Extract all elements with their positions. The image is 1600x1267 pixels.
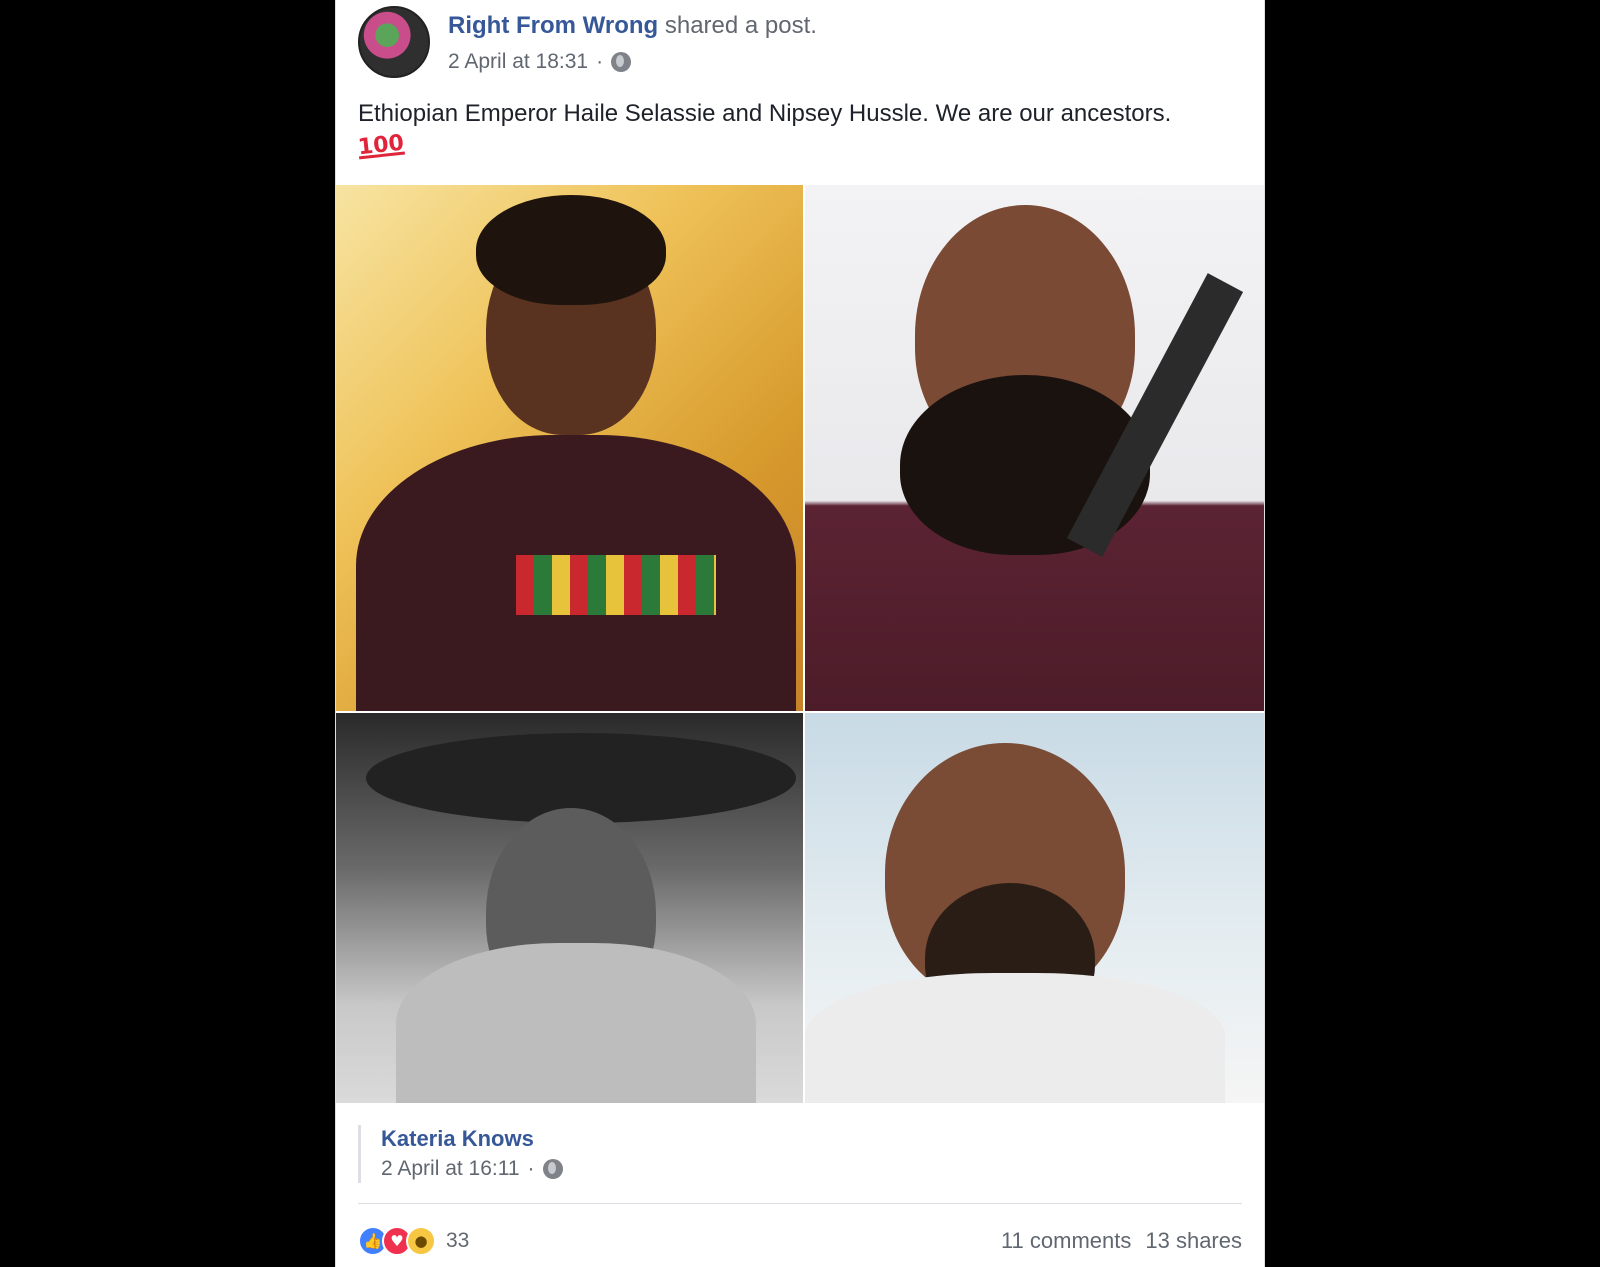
photo-nipsey-hussle-profile[interactable] — [805, 713, 1264, 1103]
photo-nipsey-hussle-portrait[interactable] — [805, 185, 1264, 711]
hundred-points-emoji: 100 — [356, 130, 406, 161]
comments-count-link[interactable]: 11 comments — [1001, 1228, 1131, 1254]
meta-separator: · — [527, 1157, 535, 1180]
divider — [358, 1203, 1242, 1204]
original-author-link[interactable]: Kateria Knows — [381, 1125, 563, 1153]
shared-action-text: shared a post. — [658, 12, 817, 39]
post-text: Ethiopian Emperor Haile Selassie and Nip… — [358, 100, 1172, 127]
globe-icon[interactable] — [611, 52, 632, 72]
meta-separator: · — [596, 50, 604, 73]
photo-haile-selassie-hat[interactable] — [336, 713, 803, 1103]
original-post-attribution: Kateria Knows 2 April at 16:11 · — [358, 1125, 563, 1183]
photo-haile-selassie-portrait[interactable] — [336, 185, 803, 711]
reactions-summary[interactable]: 👍 ♥ ● 33 — [358, 1226, 469, 1256]
avatar[interactable] — [358, 6, 430, 78]
reaction-count[interactable]: 33 — [446, 1229, 469, 1253]
post-card: Right From Wrong shared a post. 2 April … — [335, 0, 1265, 1267]
post-timestamp[interactable]: 2 April at 18:31 — [448, 50, 588, 74]
original-post-meta: 2 April at 16:11 · — [381, 1157, 563, 1181]
post-meta: 2 April at 18:31 · — [448, 50, 632, 74]
post-header: Right From Wrong shared a post. — [448, 12, 817, 40]
globe-icon[interactable] — [542, 1159, 563, 1179]
photo-grid[interactable] — [336, 185, 1264, 1103]
engagement-counts: 11 comments 13 shares — [1001, 1228, 1242, 1254]
original-timestamp[interactable]: 2 April at 16:11 — [381, 1157, 520, 1181]
shares-count-link[interactable]: 13 shares — [1145, 1228, 1242, 1254]
wow-icon: ● — [406, 1226, 436, 1256]
page-name-link[interactable]: Right From Wrong — [448, 12, 658, 39]
